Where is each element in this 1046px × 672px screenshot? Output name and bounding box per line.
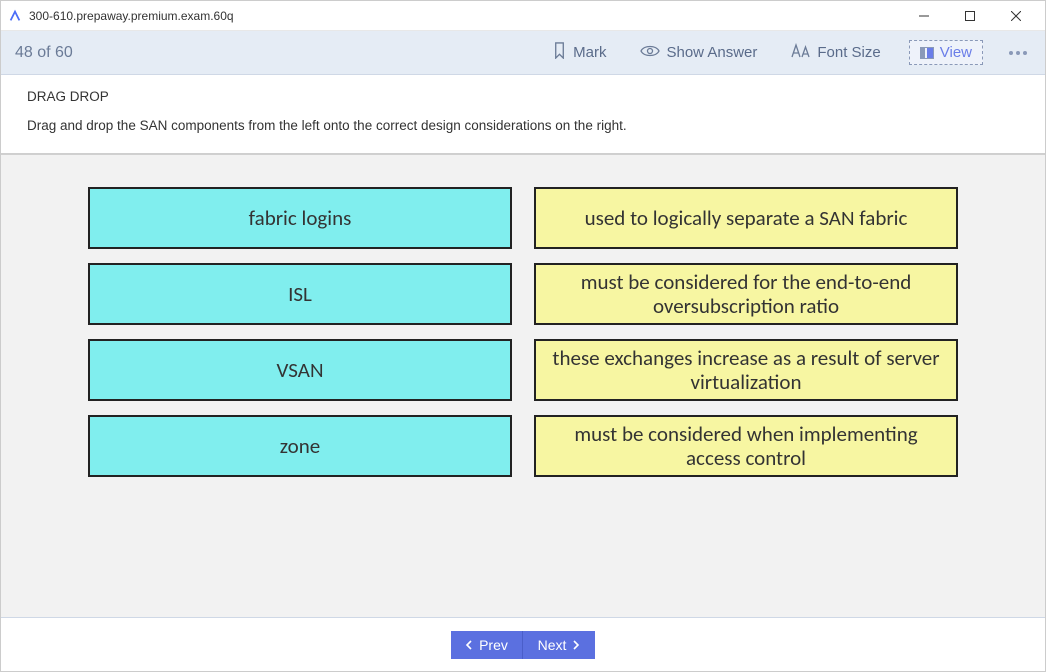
drop-target[interactable]: used to logically separate a SAN fabric	[534, 187, 958, 249]
question-type-label: DRAG DROP	[27, 89, 1019, 104]
show-answer-button[interactable]: Show Answer	[634, 40, 763, 66]
work-area: fabric logins used to logically separate…	[1, 155, 1045, 617]
drag-source[interactable]: fabric logins	[88, 187, 512, 249]
drag-source[interactable]: zone	[88, 415, 512, 477]
show-answer-label: Show Answer	[666, 44, 757, 61]
bookmark-icon	[552, 42, 567, 63]
eye-icon	[640, 44, 660, 62]
drag-source[interactable]: ISL	[88, 263, 512, 325]
minimize-button[interactable]	[901, 1, 947, 31]
app-icon	[7, 8, 23, 24]
font-size-button[interactable]: Font Size	[785, 39, 886, 67]
drag-grid: fabric logins used to logically separate…	[88, 187, 958, 477]
close-button[interactable]	[993, 1, 1039, 31]
drop-target[interactable]: must be considered when implementing acc…	[534, 415, 958, 477]
chevron-right-icon	[572, 637, 580, 653]
toolbar: 48 of 60 Mark Show Answer Font Size View	[1, 31, 1045, 75]
view-label: View	[940, 44, 972, 61]
prev-label: Prev	[479, 637, 508, 653]
title-bar: 300-610.prepaway.premium.exam.60q	[1, 1, 1045, 31]
view-button[interactable]: View	[909, 40, 983, 65]
nav-buttons: Prev Next	[451, 631, 595, 659]
maximize-button[interactable]	[947, 1, 993, 31]
next-label: Next	[538, 637, 567, 653]
prev-button[interactable]: Prev	[451, 631, 523, 659]
bottom-nav: Prev Next	[1, 617, 1045, 671]
drop-target[interactable]: must be considered for the end-to-end ov…	[534, 263, 958, 325]
view-icon	[920, 47, 934, 59]
question-header: DRAG DROP Drag and drop the SAN componen…	[1, 75, 1045, 153]
drag-source[interactable]: VSAN	[88, 339, 512, 401]
window-title: 300-610.prepaway.premium.exam.60q	[29, 9, 901, 23]
next-button[interactable]: Next	[523, 631, 595, 659]
mark-button[interactable]: Mark	[546, 38, 612, 67]
question-counter: 48 of 60	[15, 44, 524, 62]
mark-label: Mark	[573, 44, 606, 61]
font-size-icon	[791, 43, 811, 63]
window-controls	[901, 1, 1039, 31]
drop-target[interactable]: these exchanges increase as a result of …	[534, 339, 958, 401]
question-prompt: Drag and drop the SAN components from th…	[27, 118, 1019, 133]
more-menu-button[interactable]	[1005, 51, 1031, 55]
font-size-label: Font Size	[817, 44, 880, 61]
chevron-left-icon	[465, 637, 473, 653]
